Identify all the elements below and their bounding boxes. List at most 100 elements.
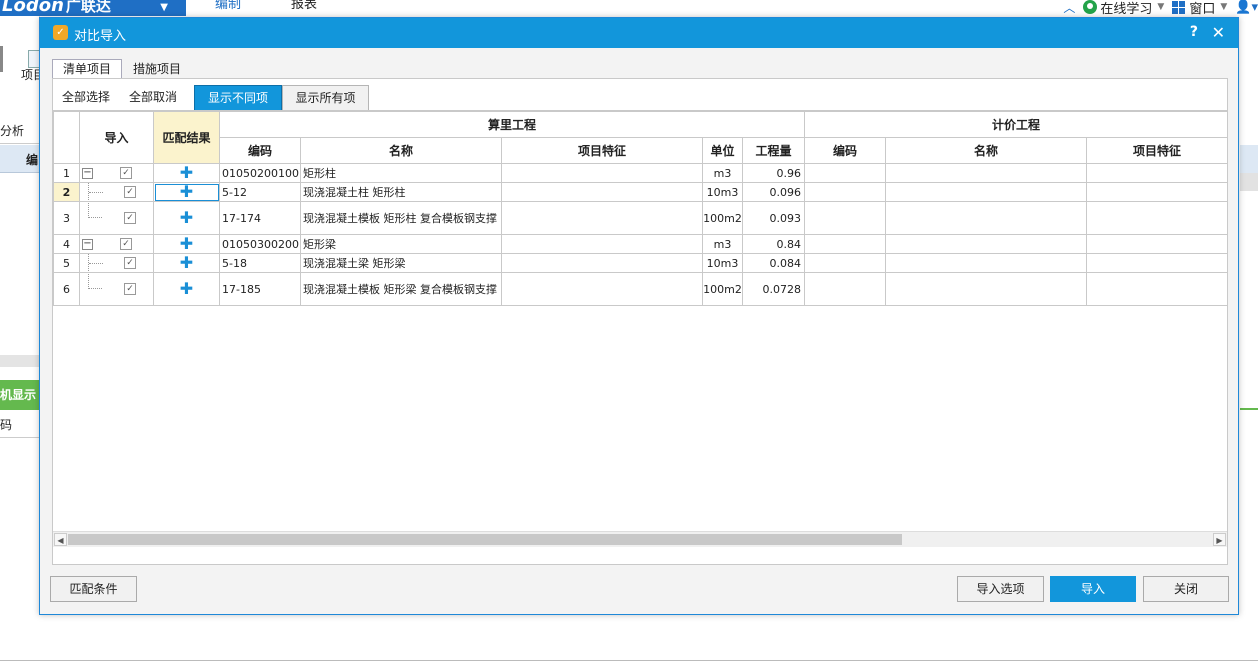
price-feature — [1086, 272, 1227, 306]
match-cell[interactable]: ✚ — [153, 234, 220, 254]
plus-icon[interactable]: ✚ — [180, 279, 193, 298]
import-cell: ✓ — [79, 272, 154, 306]
help-icon[interactable]: ? — [1190, 24, 1198, 40]
window-menu-button[interactable]: 窗口 ▼ — [1172, 0, 1227, 17]
plus-icon[interactable]: ✚ — [180, 208, 193, 227]
col-header-price-code[interactable]: 编码 — [804, 137, 887, 164]
import-checkbox[interactable]: ✓ — [124, 257, 136, 269]
row-number[interactable]: 5 — [53, 253, 80, 273]
calc-code: 5-12 — [219, 182, 301, 202]
price-code — [804, 272, 887, 306]
calc-qty: 0.084 — [741, 253, 806, 273]
brand-dropdown-icon[interactable]: ▼ — [160, 0, 168, 16]
import-checkbox[interactable]: ✓ — [124, 283, 136, 295]
row-number[interactable]: 6 — [53, 272, 80, 306]
match-cell[interactable]: ✚ — [153, 201, 220, 235]
dialog-title: 对比导入 — [74, 29, 127, 44]
horizontal-scrollbar[interactable]: ◀ ▶ — [53, 531, 1227, 547]
import-options-button[interactable]: 导入选项 — [957, 576, 1044, 602]
plus-icon[interactable]: ✚ — [180, 165, 193, 182]
price-name — [885, 253, 1088, 273]
import-checkbox[interactable]: ✓ — [120, 238, 132, 250]
price-code — [804, 182, 887, 202]
calc-feature — [501, 272, 703, 306]
tab-measure-items[interactable]: 措施项目 — [122, 59, 192, 79]
match-cell[interactable]: ✚ — [153, 253, 220, 273]
row-number[interactable]: 1 — [53, 163, 80, 183]
col-header-calc-qty[interactable]: 工程量 — [741, 137, 806, 164]
collapse-icon[interactable]: − — [82, 168, 93, 179]
col-header-import[interactable]: 导入 — [79, 111, 154, 164]
background-bottom-line — [0, 660, 1258, 661]
dialog-title-bar[interactable]: ✓ 对比导入 ? ✕ — [40, 18, 1238, 48]
tree-connector — [88, 273, 102, 289]
user-icon[interactable]: 👤▾ — [1235, 0, 1258, 15]
col-header-calc-code[interactable]: 编码 — [219, 137, 301, 164]
background-column-header: 编 — [0, 145, 40, 173]
show-different-button[interactable]: 显示不同项 — [194, 85, 282, 111]
match-cell[interactable]: ✚ — [153, 163, 220, 183]
background-display-tab[interactable]: 机显示 — [0, 380, 40, 410]
row-number[interactable]: 2 — [53, 182, 80, 202]
deselect-all-button[interactable]: 全部取消 — [129, 88, 177, 105]
tree-connector — [88, 202, 102, 218]
calc-code: 17-174 — [219, 201, 301, 235]
plus-icon[interactable]: ✚ — [180, 184, 193, 201]
plus-icon[interactable]: ✚ — [180, 236, 193, 253]
compare-import-dialog: ✓ 对比导入 ? ✕ 清单项目 措施项目 全部选择 全部取消 显示不同项 显示所… — [39, 17, 1239, 615]
price-feature — [1086, 182, 1227, 202]
col-header-calc-unit[interactable]: 单位 — [702, 137, 743, 164]
background-splitter[interactable] — [0, 355, 40, 367]
table-row[interactable]: 6 ✓ ✚ 17-185 现浇混凝土模板 矩形梁 复合模板钢支撑 100m2 0… — [53, 272, 1227, 306]
col-header-price-feature[interactable]: 项目特征 — [1086, 137, 1227, 164]
table-row[interactable]: 3 ✓ ✚ 17-174 现浇混凝土模板 矩形柱 复合模板钢支撑 100m2 0… — [53, 201, 1227, 235]
ribbon-edge-icon — [0, 46, 3, 72]
scrollbar-thumb[interactable] — [68, 534, 902, 545]
calc-qty: 0.096 — [741, 182, 806, 202]
close-button[interactable]: 关闭 — [1143, 576, 1229, 602]
price-feature — [1086, 253, 1227, 273]
close-icon[interactable]: ✕ — [1212, 23, 1225, 42]
plus-icon[interactable]: ✚ — [180, 255, 193, 272]
import-checkbox[interactable]: ✓ — [124, 186, 136, 198]
import-checkbox[interactable]: ✓ — [120, 167, 132, 179]
row-number[interactable]: 4 — [53, 234, 80, 254]
tab-bill-items[interactable]: 清单项目 — [52, 59, 123, 79]
show-all-button[interactable]: 显示所有项 — [282, 85, 369, 111]
background-green-line — [1240, 408, 1258, 410]
match-cell[interactable]: ✚ — [153, 182, 220, 202]
select-all-button[interactable]: 全部选择 — [62, 88, 110, 105]
scroll-right-icon[interactable]: ▶ — [1213, 533, 1226, 546]
chevron-up-icon[interactable]: ︿ — [1063, 0, 1075, 16]
col-header-calc-name[interactable]: 名称 — [300, 137, 502, 164]
calc-qty: 0.84 — [741, 234, 806, 254]
row-number[interactable]: 3 — [53, 201, 80, 235]
price-feature — [1086, 201, 1227, 235]
col-header-match-result[interactable]: 匹配结果 — [153, 111, 220, 164]
table-row[interactable]: 4 − ✓ ✚ 010503002001 矩形梁 m3 0.84 — [53, 234, 1227, 254]
col-header-price-name[interactable]: 名称 — [885, 137, 1088, 164]
collapse-icon[interactable]: − — [82, 239, 93, 250]
dialog-tabs: 清单项目 措施项目 — [52, 59, 192, 79]
import-checkbox[interactable]: ✓ — [124, 212, 136, 224]
background-ribbon-right — [1240, 16, 1258, 106]
table-row[interactable]: 5 ✓ ✚ 5-18 现浇混凝土梁 矩形梁 10m3 0.084 — [53, 253, 1227, 273]
calc-name: 矩形柱 — [300, 163, 502, 183]
caret-down-icon[interactable]: ▼ — [1220, 2, 1227, 12]
col-header-calc-feature[interactable]: 项目特征 — [501, 137, 703, 164]
table-row[interactable]: 2 ✓ ✚ 5-12 现浇混凝土柱 矩形柱 10m3 0.096 — [53, 182, 1227, 202]
match-conditions-button[interactable]: 匹配条件 — [50, 576, 137, 602]
online-learning-button[interactable]: 在线学习 ▼ — [1083, 0, 1164, 17]
match-cell[interactable]: ✚ — [153, 272, 220, 306]
background-analyze-tab[interactable]: 分析 — [0, 122, 24, 139]
scroll-left-icon[interactable]: ◀ — [54, 533, 67, 546]
import-button[interactable]: 导入 — [1050, 576, 1136, 602]
brand-logo[interactable]: Lodon 广联达 ▼ — [0, 0, 186, 16]
price-name — [885, 234, 1088, 254]
menu-tab-report[interactable]: 报表 — [291, 0, 317, 13]
calc-unit: 100m2 — [702, 272, 743, 306]
price-code — [804, 234, 887, 254]
caret-down-icon[interactable]: ▼ — [1157, 2, 1164, 12]
menu-tab-edit[interactable]: 编制 — [215, 0, 241, 13]
table-row[interactable]: 1 − ✓ ✚ 010502001001 矩形柱 m3 0.96 — [53, 163, 1227, 183]
